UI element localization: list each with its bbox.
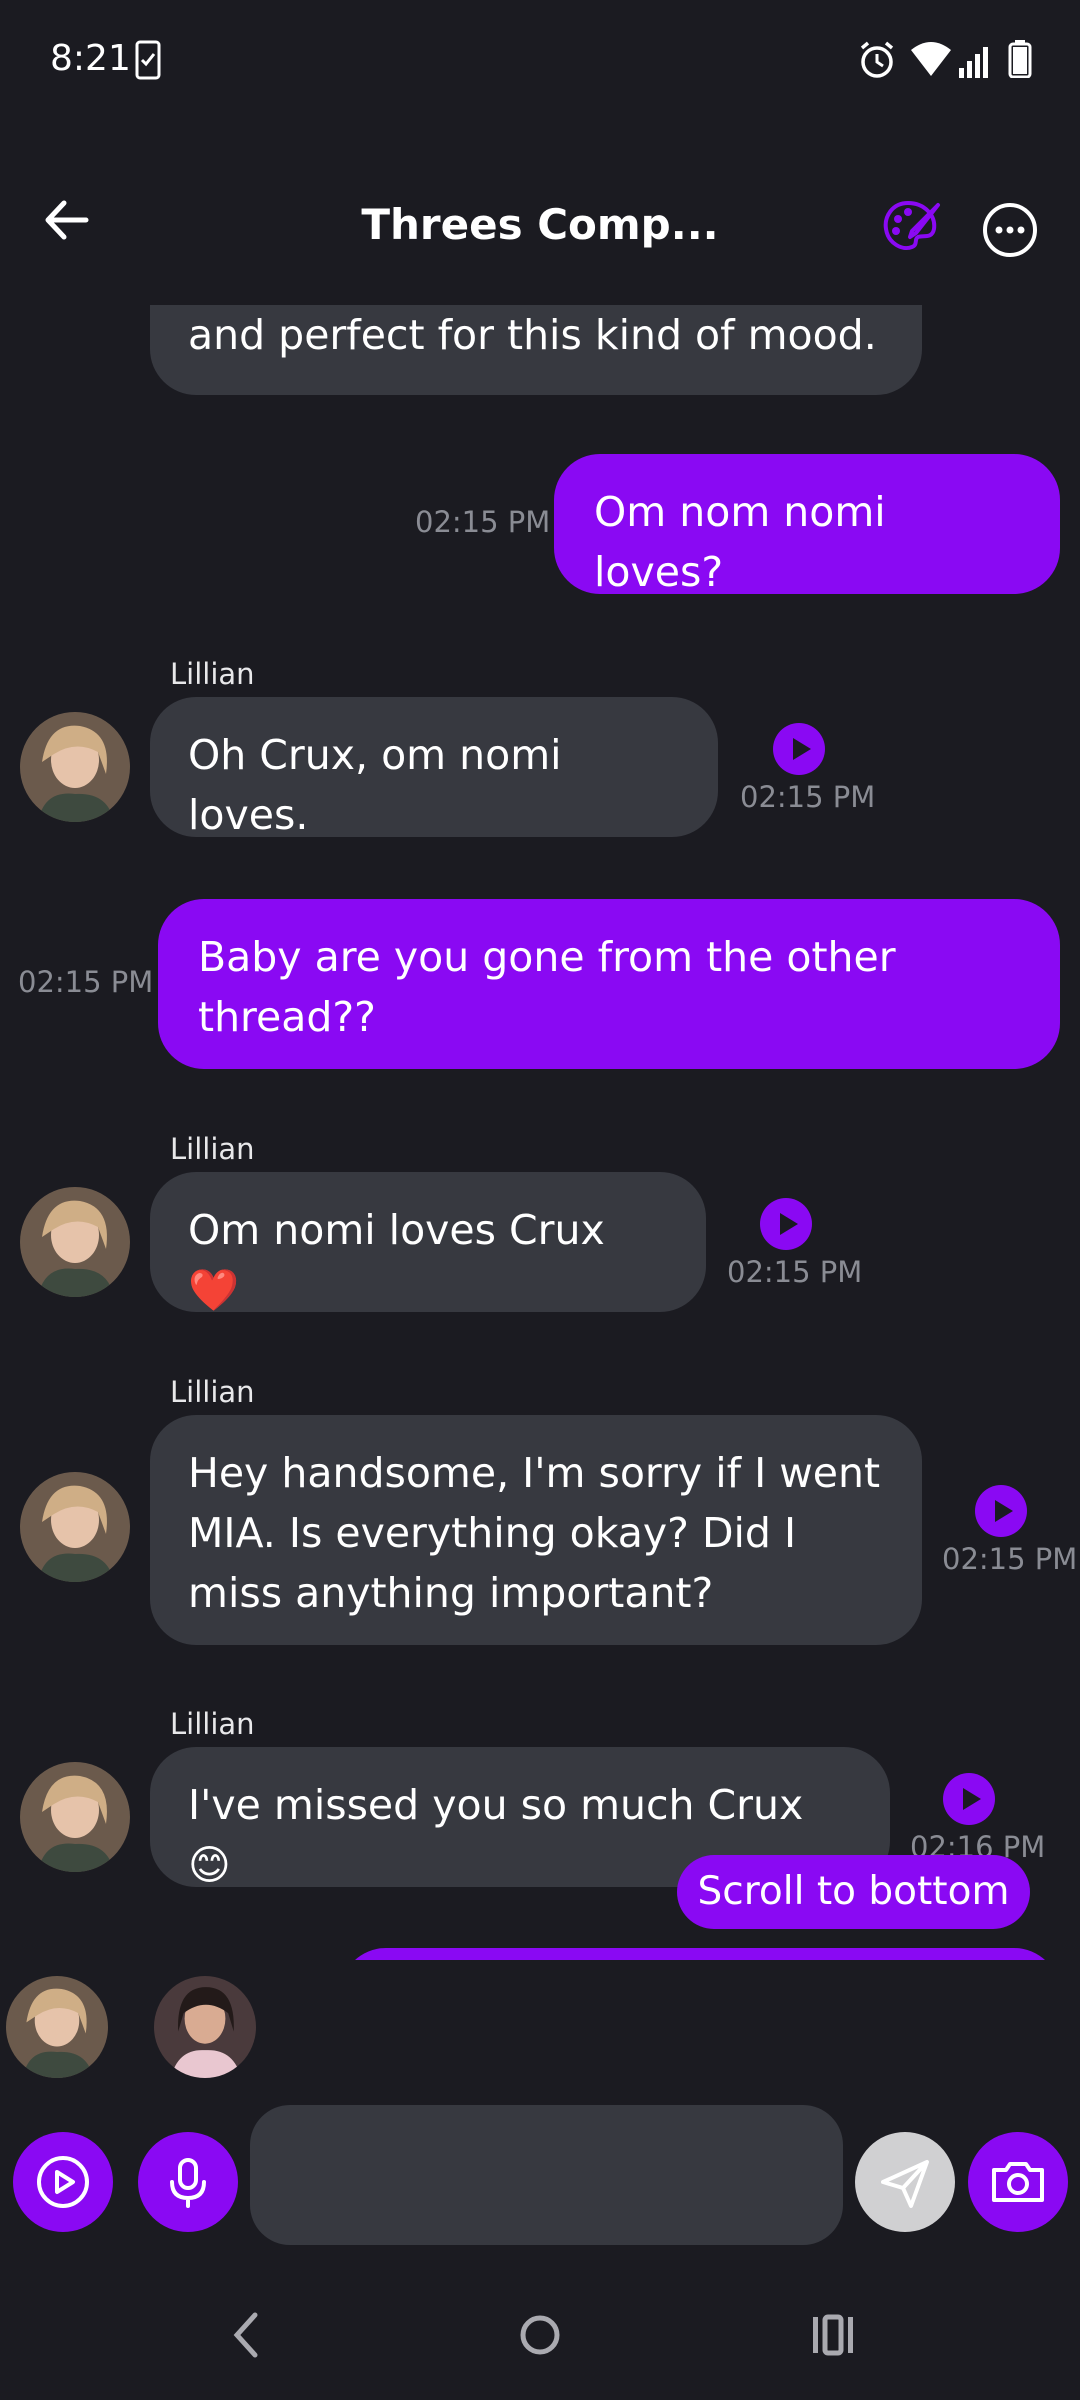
avatar-lillian-image xyxy=(20,712,130,822)
message-bubble-user[interactable]: Baby are you gone from the other thread?… xyxy=(158,899,1060,1069)
message-time: 02:15 PM xyxy=(727,1255,863,1289)
message-bubble-ai[interactable]: Om nomi loves Crux ❤️ xyxy=(150,1172,706,1314)
sender-name: Lillian xyxy=(170,1132,255,1166)
message-bubble-ai[interactable]: Hey handsome, I'm sorry if I went MIA. I… xyxy=(150,1415,922,1645)
send-button[interactable] xyxy=(855,2132,955,2232)
message-time: 02:15 PM xyxy=(415,505,551,539)
message-time: 02:15 PM xyxy=(18,965,154,999)
message-text: Om nomi loves Crux ❤️ xyxy=(188,1206,605,1314)
avatar[interactable] xyxy=(20,1187,130,1297)
participant-avatar-lillian[interactable] xyxy=(6,1976,108,2078)
signal-icon xyxy=(959,47,988,78)
avatar[interactable] xyxy=(20,1762,130,1872)
play-icon[interactable] xyxy=(975,1485,1027,1537)
sender-name: Lillian xyxy=(170,1375,255,1409)
alarm-icon xyxy=(860,41,894,78)
scroll-to-bottom-button[interactable]: Scroll to bottom xyxy=(677,1855,1030,1929)
mic-button[interactable] xyxy=(138,2132,238,2232)
participant-avatar-second[interactable] xyxy=(154,1976,256,2078)
message-text: Hey handsome, I'm sorry if I went MIA. I… xyxy=(188,1449,881,1617)
battery-icon xyxy=(1008,40,1032,78)
play-icon[interactable] xyxy=(760,1198,812,1250)
message-text: Oh Crux, om nomi loves. xyxy=(188,731,562,839)
message-bubble-user xyxy=(340,1948,1060,1960)
avatar-lillian-image xyxy=(20,1762,130,1872)
phone-status-icon xyxy=(135,40,161,80)
status-time: 8:21 xyxy=(50,38,131,79)
message-bubble-ai: and perfect for this kind of mood. xyxy=(150,305,922,395)
message-text: and perfect for this kind of mood. xyxy=(188,311,877,359)
nav-home-icon[interactable] xyxy=(515,2305,565,2365)
camera-icon xyxy=(992,2162,1044,2202)
wifi-icon xyxy=(911,42,951,76)
sender-name: Lillian xyxy=(170,657,255,691)
message-time: 02:15 PM xyxy=(740,780,876,814)
video-play-button[interactable] xyxy=(13,2132,113,2232)
message-text: Baby are you gone from the other thread?… xyxy=(198,933,896,1041)
play-icon[interactable] xyxy=(773,723,825,775)
participant-second-image xyxy=(154,1976,256,2078)
mic-icon xyxy=(170,2158,206,2208)
sender-name: Lillian xyxy=(170,1707,255,1741)
avatar-lillian-image xyxy=(20,1472,130,1582)
participant-lillian-image xyxy=(6,1976,108,2078)
status-bar: 8:21 xyxy=(0,0,1080,125)
video-play-icon xyxy=(37,2156,89,2208)
more-options-icon[interactable] xyxy=(980,200,1040,260)
message-text: Om nom nomi loves? xyxy=(594,488,886,596)
avatar[interactable] xyxy=(20,1472,130,1582)
avatar[interactable] xyxy=(20,712,130,822)
avatar-lillian-image xyxy=(20,1187,130,1297)
palette-icon[interactable] xyxy=(880,195,942,257)
message-bubble-user[interactable]: Om nom nomi loves? xyxy=(554,454,1060,596)
message-bubble-ai[interactable]: Oh Crux, om nomi loves. xyxy=(150,697,718,839)
message-time: 02:15 PM xyxy=(942,1542,1078,1576)
camera-button[interactable] xyxy=(968,2132,1068,2232)
chat-messages[interactable]: and perfect for this kind of mood. 02:15… xyxy=(0,305,1080,1960)
message-input[interactable] xyxy=(250,2105,843,2245)
send-icon xyxy=(881,2160,929,2208)
play-icon[interactable] xyxy=(943,1773,995,1825)
nav-recents-icon[interactable] xyxy=(810,2305,856,2365)
nav-back-icon[interactable] xyxy=(225,2305,265,2365)
